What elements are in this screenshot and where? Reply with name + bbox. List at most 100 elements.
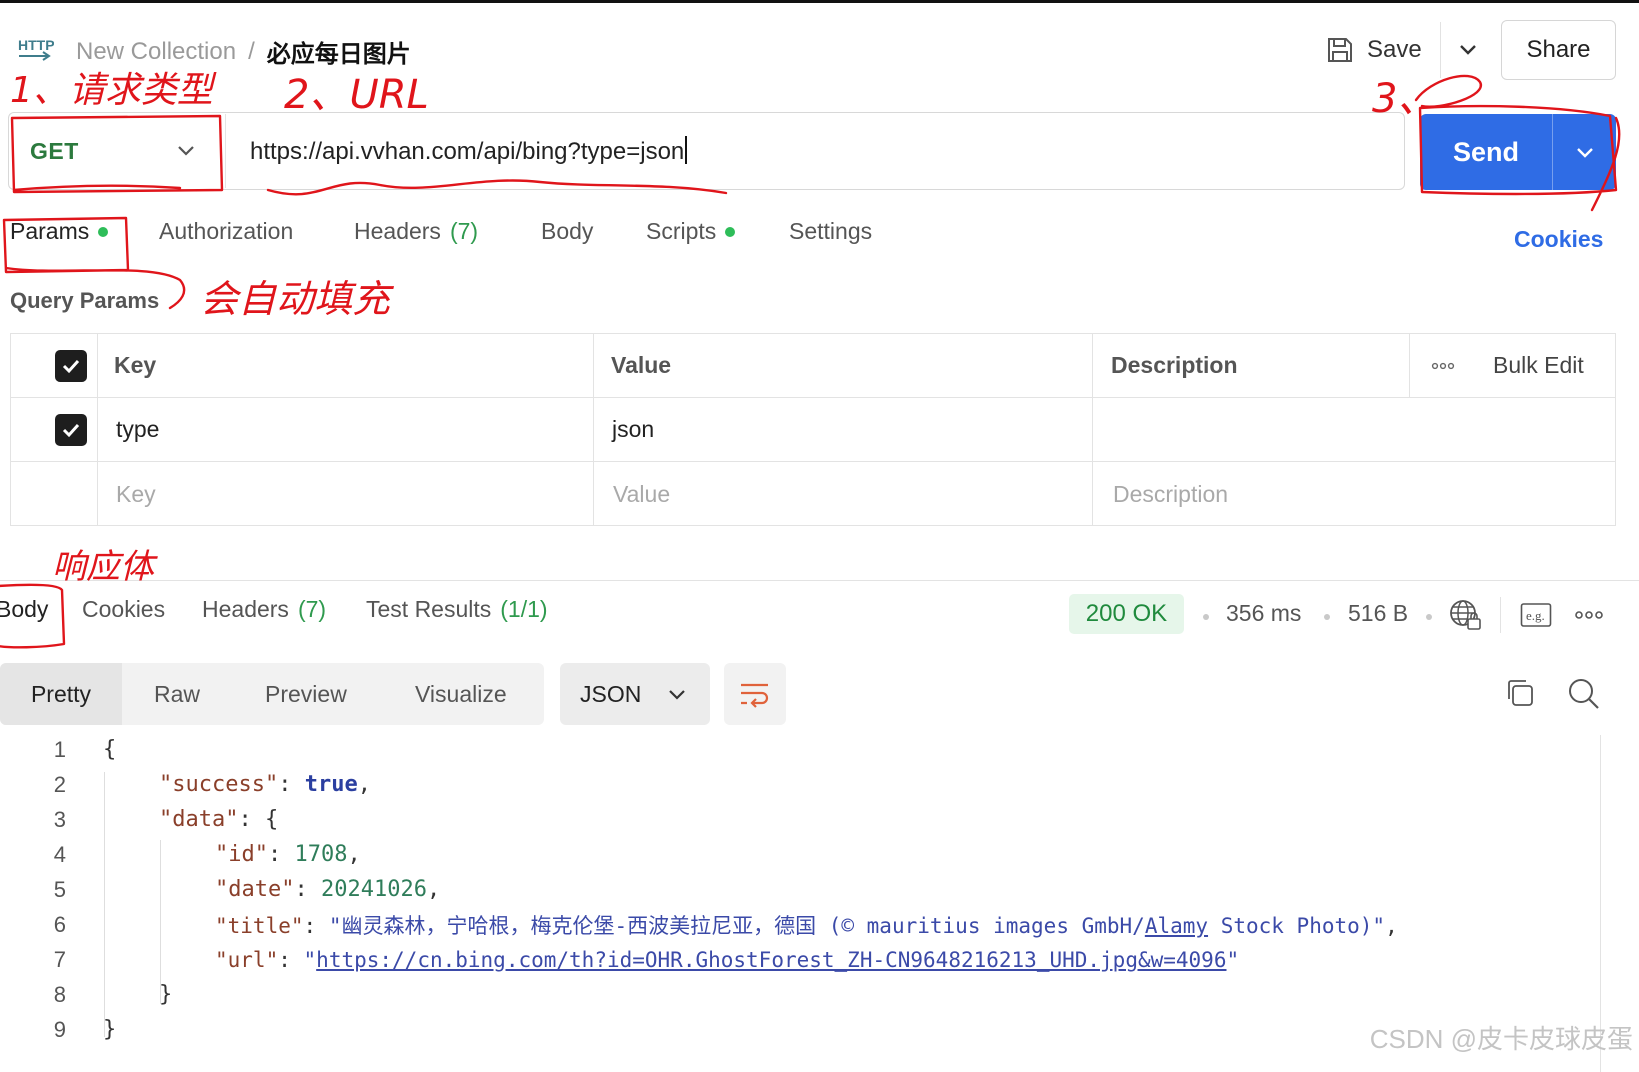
indent-guide: [160, 840, 161, 1004]
line-number: 1: [53, 736, 66, 762]
param-enabled-checkbox[interactable]: [55, 398, 87, 461]
tab-params[interactable]: Params: [10, 218, 109, 245]
response-size[interactable]: 516 B: [1348, 600, 1408, 627]
format-tabs: Pretty Raw Preview Visualize: [0, 663, 544, 725]
code-text: "title": "幽灵森林，宁哈根，梅克伦堡-西波美拉尼亚，德国 (© mau…: [215, 913, 1398, 938]
code-text: "success": true,: [159, 772, 371, 797]
save-as-example-icon[interactable]: e.g.: [1520, 601, 1552, 634]
tab-scripts[interactable]: Scripts: [646, 218, 736, 245]
search-icon[interactable]: [1567, 677, 1601, 716]
column-divider: [593, 398, 594, 461]
response-tab-body[interactable]: Body: [0, 596, 48, 623]
tab-scripts-label: Scripts: [646, 218, 717, 244]
checkbox-checked: [55, 349, 87, 382]
wrap-lines-button[interactable]: [724, 663, 786, 725]
network-globe-lock-icon[interactable]: [1448, 598, 1482, 637]
annotation-text-method: 1、请求类型: [10, 70, 217, 111]
method-select[interactable]: GET: [10, 114, 225, 188]
line-number: 9: [53, 1016, 66, 1042]
response-tab-headers-label: Headers: [202, 596, 289, 622]
query-params-table: Key Value Description Bulk Edit type jso…: [10, 333, 1616, 526]
tab-headers[interactable]: Headers (7): [354, 218, 478, 245]
save-divider: [1440, 22, 1441, 78]
param-key-input[interactable]: type: [116, 398, 159, 461]
http-request-icon: HTTP: [16, 32, 55, 66]
format-tab-raw[interactable]: Raw: [154, 663, 200, 725]
tab-headers-count: (7): [449, 218, 479, 244]
format-tab-visualize[interactable]: Visualize: [415, 663, 507, 725]
new-key-input[interactable]: Key: [116, 462, 156, 526]
table-row: type json: [11, 398, 1615, 462]
line-number: 3: [53, 806, 66, 832]
new-description-input[interactable]: Description: [1113, 462, 1228, 526]
bulk-edit-button[interactable]: Bulk Edit: [1493, 334, 1584, 397]
save-label: Save: [1367, 36, 1422, 63]
format-tab-pretty[interactable]: Pretty: [0, 663, 122, 725]
new-value-input[interactable]: Value: [613, 462, 670, 526]
breadcrumb-separator: /: [248, 37, 255, 65]
wrap-lines-icon: [741, 683, 769, 708]
save-options-chevron-down-icon[interactable]: [1453, 34, 1483, 64]
column-divider: [97, 462, 98, 526]
url-input[interactable]: https://api.vvhan.com/api/bing?type=json: [250, 136, 688, 166]
meta-separator-dot: [1324, 614, 1330, 620]
column-divider: [1092, 334, 1093, 397]
response-more-options-icon[interactable]: [1574, 608, 1604, 626]
breadcrumb-collection[interactable]: New Collection: [76, 38, 236, 66]
send-options-button[interactable]: [1553, 114, 1616, 190]
response-tab-headers[interactable]: Headers (7): [202, 596, 326, 623]
code-text: }: [103, 1017, 117, 1042]
line-number: 6: [53, 911, 66, 937]
csdn-watermark: CSDN @皮卡皮球皮蛋: [1369, 1024, 1633, 1054]
line-number: 7: [53, 946, 66, 972]
request-name[interactable]: 必应每日图片: [267, 34, 411, 69]
response-tab-tests-count: (1/1): [500, 596, 548, 622]
save-button[interactable]: Save: [1325, 28, 1422, 72]
select-all-checkbox[interactable]: [55, 334, 87, 397]
column-header-description: Description: [1111, 352, 1238, 378]
checkmark-icon: [62, 423, 80, 437]
column-divider: [1092, 462, 1093, 526]
meta-separator-dot: [1426, 614, 1432, 620]
svg-text:e.g.: e.g.: [1526, 608, 1545, 623]
cookies-link[interactable]: Cookies: [1514, 226, 1603, 253]
title-link[interactable]: Alamy: [1145, 914, 1208, 938]
line-number: 4: [53, 841, 66, 867]
column-divider: [1092, 398, 1093, 461]
copy-icon[interactable]: [1504, 677, 1536, 714]
method-divider: [225, 114, 226, 188]
format-tab-preview[interactable]: Preview: [265, 663, 347, 725]
column-divider: [593, 462, 594, 526]
column-divider: [97, 398, 98, 461]
code-text: "url": "https://cn.bing.com/th?id=OHR.Gh…: [215, 947, 1240, 972]
checkbox-checked: [55, 413, 87, 446]
tab-authorization[interactable]: Authorization: [159, 218, 293, 245]
language-label: JSON: [580, 680, 642, 707]
response-time[interactable]: 356 ms: [1226, 600, 1301, 627]
tab-settings[interactable]: Settings: [789, 218, 872, 245]
chevron-down-icon: [669, 690, 685, 700]
response-tab-tests-label: Test Results: [366, 596, 492, 622]
code-text: "data": {: [159, 807, 279, 832]
send-label: Send: [1452, 136, 1519, 167]
line-number: 5: [53, 876, 66, 902]
annotation-loop-3: [1414, 74, 1483, 108]
status-badge[interactable]: 200 OK: [1069, 594, 1184, 634]
svg-text:HTTP: HTTP: [18, 37, 54, 53]
send-button[interactable]: Send: [1420, 114, 1616, 190]
code-text: "id": 1708,: [215, 842, 361, 867]
checkmark-icon: [62, 359, 80, 373]
response-tab-test-results[interactable]: Test Results (1/1): [366, 596, 548, 623]
code-text: }: [159, 982, 173, 1007]
response-tab-cookies[interactable]: Cookies: [82, 596, 165, 623]
tab-body[interactable]: Body: [541, 218, 593, 245]
column-divider: [593, 334, 594, 397]
language-select[interactable]: JSON: [560, 663, 710, 725]
param-value-input[interactable]: json: [612, 398, 654, 461]
more-options-icon[interactable]: [1431, 334, 1455, 397]
text-cursor: [685, 136, 688, 164]
image-url-link[interactable]: https://cn.bing.com/th?id=OHR.GhostFores…: [316, 948, 1226, 972]
column-header-key: Key: [114, 352, 157, 378]
code-text: "date": 20241026,: [215, 877, 441, 902]
share-button[interactable]: Share: [1501, 20, 1616, 80]
